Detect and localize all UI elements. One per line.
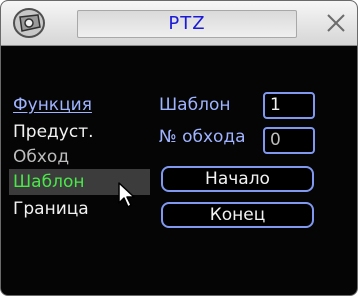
menu-item-pattern[interactable]: Шаблон bbox=[13, 172, 84, 192]
menu-item-border[interactable]: Граница bbox=[13, 199, 89, 219]
tour-number-label: № обхода bbox=[159, 127, 246, 147]
start-button[interactable]: Начало bbox=[161, 166, 314, 192]
end-button[interactable]: Конец bbox=[161, 202, 314, 228]
menu-item-tour[interactable]: Обход bbox=[13, 147, 69, 167]
menu-item-preset[interactable]: Предуст. bbox=[13, 122, 94, 142]
function-menu-header: Функция bbox=[13, 95, 92, 115]
ptz-window: PTZ Функция Предуст. Обход Шаблон Границ… bbox=[0, 0, 358, 296]
close-icon[interactable] bbox=[322, 9, 350, 37]
title-field: PTZ bbox=[77, 10, 297, 38]
title-bar: PTZ bbox=[1, 1, 357, 46]
tour-number-input[interactable]: 0 bbox=[263, 127, 315, 154]
window-title: PTZ bbox=[168, 13, 206, 34]
pattern-label: Шаблон bbox=[159, 95, 231, 115]
pattern-number-input[interactable]: 1 bbox=[263, 92, 315, 119]
mouse-pointer-icon bbox=[118, 182, 135, 208]
camera-logo-icon bbox=[13, 8, 45, 38]
